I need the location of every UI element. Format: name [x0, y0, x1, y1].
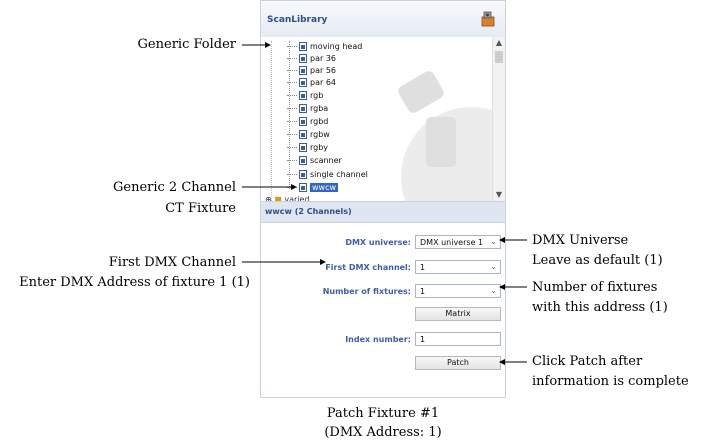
scroll-thumb[interactable]: [495, 51, 503, 63]
tree-item-scanner[interactable]: scanner: [287, 155, 342, 166]
scroll-down-icon[interactable]: ▼: [493, 189, 505, 201]
tree-item-rgba[interactable]: rgba: [287, 103, 328, 114]
fixture-file-icon: [299, 170, 307, 179]
annotation-patch-line2: information is complete: [532, 374, 689, 389]
fixture-file-icon: [299, 66, 307, 75]
library-icon[interactable]: [479, 10, 497, 28]
selected-fixture-status: wwcw (2 Channels): [261, 201, 505, 223]
tree-item-single-channel[interactable]: single channel: [287, 169, 368, 180]
fixture-file-icon: [299, 54, 307, 63]
patch-button[interactable]: Patch: [415, 356, 501, 370]
annotation-first-dmx-line2: Enter DMX Address of fixture 1 (1): [19, 275, 250, 290]
chevron-down-icon: ⌄: [490, 237, 497, 246]
fixture-file-icon: [299, 91, 307, 100]
fixture-file-icon: [299, 117, 307, 126]
annotation-fixtures-line1: Number of fixtures: [532, 280, 658, 295]
tree-scrollbar[interactable]: ▲ ▼: [492, 37, 505, 201]
tree-item-wwcw[interactable]: wwcw: [287, 182, 339, 193]
fixture-file-icon: [299, 104, 307, 113]
fixture-file-icon: [299, 143, 307, 152]
tree-item-rgby[interactable]: rgby: [287, 142, 328, 153]
dmx-universe-label: DMX universe:: [345, 238, 411, 247]
annotation-patch-line1: Click Patch after: [532, 354, 643, 369]
fixture-tree[interactable]: moving head par 36 par 56 par 64 rgb rgb…: [261, 37, 505, 201]
tree-item-rgbw[interactable]: rgbw: [287, 129, 330, 140]
annotation-generic-2ch-line2: CT Fixture: [165, 201, 236, 216]
tree-item-par-36[interactable]: par 36: [287, 53, 336, 64]
fixture-file-icon: [299, 156, 307, 165]
tree-item-rgb[interactable]: rgb: [287, 90, 323, 101]
annotation-generic-folder: Generic Folder: [137, 37, 236, 52]
number-of-fixtures-label: Number of fixtures:: [322, 287, 411, 296]
annotation-dmx-universe-line1: DMX Universe: [532, 233, 629, 248]
number-of-fixtures-select[interactable]: 1 ⌄: [415, 284, 501, 298]
tree-item-rgbd[interactable]: rgbd: [287, 116, 328, 127]
chevron-down-icon: ⌄: [490, 286, 497, 295]
panel-title: ScanLibrary: [267, 15, 328, 25]
annotation-dmx-universe-line2: Leave as default (1): [532, 253, 663, 268]
caption-line2: (DMX Address: 1): [324, 425, 442, 440]
index-number-label: Index number:: [345, 335, 411, 344]
fixture-file-icon: [299, 78, 307, 87]
first-dmx-channel-select[interactable]: 1 ⌄: [415, 260, 501, 274]
fixture-file-icon: [299, 42, 307, 51]
caption-line1: Patch Fixture #1: [326, 406, 440, 421]
tree-item-par-56[interactable]: par 56: [287, 65, 336, 76]
matrix-button[interactable]: Matrix: [415, 307, 501, 321]
chevron-down-icon: ⌄: [490, 262, 497, 271]
scroll-up-icon[interactable]: ▲: [493, 37, 505, 49]
tree-guide-outer: [271, 41, 273, 201]
first-dmx-channel-label: First DMX channel:: [325, 263, 411, 272]
moving-head-watermark-icon: [398, 71, 501, 201]
status-text: wwcw (2 Channels): [265, 207, 352, 216]
dmx-universe-select[interactable]: DMX universe 1 ⌄: [415, 235, 501, 249]
tree-item-par-64[interactable]: par 64: [287, 77, 336, 88]
tree-item-moving-head[interactable]: moving head: [287, 41, 362, 52]
annotation-generic-2ch-line1: Generic 2 Channel: [113, 180, 236, 195]
fixture-file-icon: [299, 183, 307, 192]
annotation-fixtures-line2: with this address (1): [532, 300, 668, 315]
index-number-input[interactable]: 1: [415, 332, 501, 346]
annotation-first-dmx-line1: First DMX Channel: [108, 255, 236, 270]
scan-library-panel: ScanLibrary moving head par 36 par 56 pa…: [260, 0, 506, 398]
fixture-file-icon: [299, 130, 307, 139]
panel-titlebar: ScanLibrary: [261, 1, 505, 38]
